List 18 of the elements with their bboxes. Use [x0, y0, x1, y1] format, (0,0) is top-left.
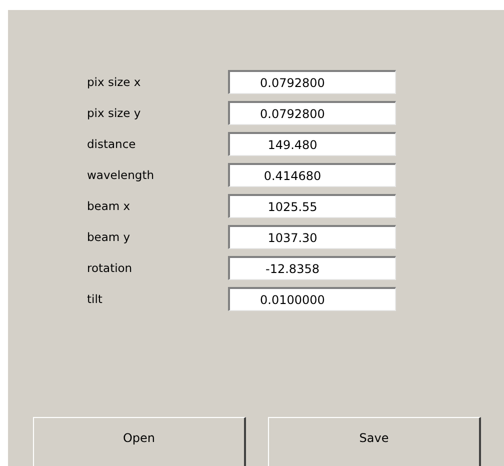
field-label: pix size x [87, 75, 142, 89]
input-field[interactable]: 149.480 [228, 132, 396, 156]
input-field[interactable]: 1025.55 [228, 194, 396, 218]
field-label: wavelength [87, 168, 155, 182]
field-label: tilt [87, 292, 104, 306]
field-label: rotation [87, 261, 134, 275]
input-field[interactable]: 0.0792800 [228, 101, 396, 125]
field-label: pix size y [87, 106, 142, 120]
input-field[interactable]: 1037.30 [228, 225, 396, 249]
input-field[interactable]: 0.0100000 [228, 287, 396, 311]
input-field[interactable]: 0.0792800 [228, 70, 396, 94]
input-field[interactable]: 0.414680 [228, 163, 396, 187]
save-button[interactable]: Save [268, 417, 481, 466]
field-label: beam y [87, 230, 132, 244]
field-label: distance [87, 137, 137, 151]
field-label: beam x [87, 199, 132, 213]
input-field[interactable]: -12.8358 [228, 256, 396, 280]
open-button[interactable]: Open [33, 417, 246, 466]
